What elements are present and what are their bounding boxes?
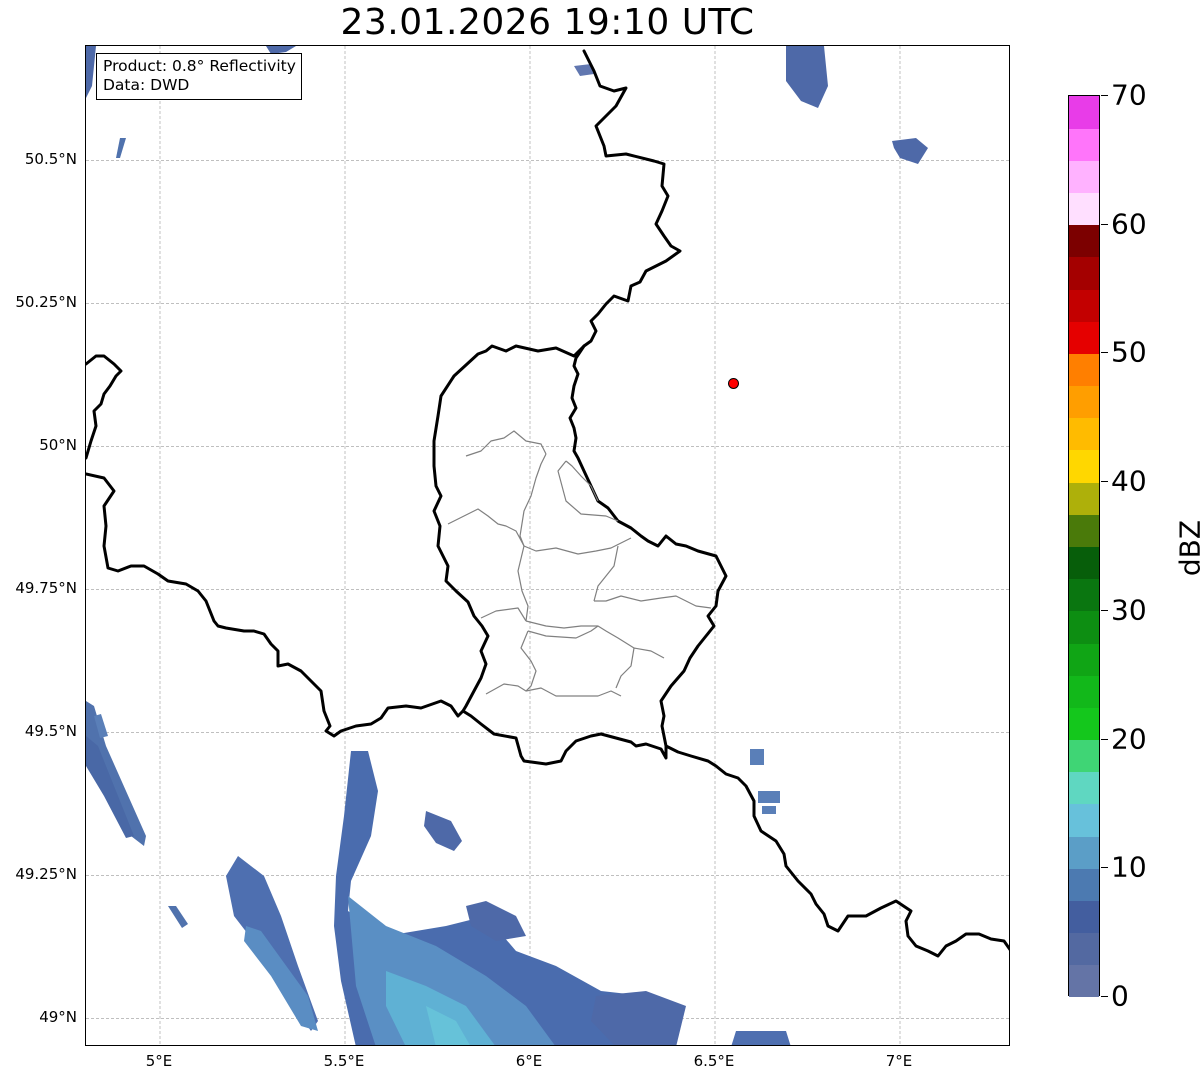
colorbar-tick-label: 50	[1111, 335, 1147, 369]
lat-tick-label: 49.75°N	[15, 579, 77, 598]
colorbar-tick-label: 70	[1111, 78, 1147, 112]
echo-top-left	[86, 46, 96, 98]
map-panel[interactable]	[85, 45, 1010, 1046]
colorbar-tick-label: 30	[1111, 593, 1147, 627]
colorbar-segment	[1069, 256, 1099, 290]
border-france-belgium	[86, 472, 465, 738]
colorbar-segment	[1069, 803, 1099, 837]
colorbar-segment	[1069, 482, 1099, 515]
data-source-label: Data: DWD	[103, 76, 190, 94]
colorbar-tick-label: 0	[1111, 979, 1129, 1013]
border-lux-belgium	[432, 344, 586, 713]
colorbar-segment	[1069, 836, 1099, 869]
border-belgium-germany	[568, 49, 728, 593]
colorbar-segment	[1069, 224, 1099, 258]
colorbar-segment	[1069, 675, 1099, 708]
echo-streak-1	[116, 138, 126, 158]
colorbar-segment	[1069, 771, 1099, 805]
lon-tick-label: 7°E	[885, 1052, 913, 1070]
echo-cluster-west	[86, 701, 146, 846]
lat-tick-label: 50°N	[39, 436, 77, 455]
echo-central-cluster	[424, 811, 462, 851]
echo-top-right	[786, 46, 928, 164]
lat-tick-label: 50.5°N	[24, 150, 77, 169]
colorbar-segment	[1069, 128, 1099, 161]
colorbar-tick-label: 10	[1111, 850, 1147, 884]
border-belgium-netherlands	[86, 354, 123, 460]
colorbar-unit-label: dBZ	[1173, 519, 1202, 577]
map-title: 23.01.2026 19:10 UTC	[340, 2, 755, 43]
colorbar-segment	[1069, 321, 1099, 354]
colorbar-tick-label: 60	[1111, 207, 1147, 241]
radar-echoes	[86, 46, 928, 1045]
colorbar-segment	[1069, 900, 1099, 934]
colorbar-segment	[1069, 739, 1099, 773]
colorbar-segment	[1069, 417, 1099, 451]
colorbar-tick	[1101, 609, 1108, 611]
lat-tick-label: 49.5°N	[24, 722, 77, 741]
colorbar-tick	[1101, 996, 1108, 997]
lon-tick-label: 6°E	[515, 1052, 543, 1070]
graticule	[86, 46, 1009, 1045]
colorbar-segment	[1069, 353, 1099, 387]
colorbar-segment	[1069, 546, 1099, 580]
lon-tick-label: 5°E	[145, 1052, 173, 1070]
colorbar-segment	[1069, 707, 1099, 741]
colorbar-segment	[1069, 514, 1099, 547]
lon-tick-label: 6.5°E	[693, 1052, 735, 1070]
colorbar	[1068, 95, 1100, 998]
colorbar-segment	[1069, 643, 1099, 676]
map-canvas[interactable]	[86, 46, 1010, 1046]
colorbar-segment	[1069, 449, 1099, 483]
lat-tick-label: 49°N	[39, 1008, 77, 1027]
echo-southwest	[168, 856, 318, 1031]
colorbar-tick	[1101, 867, 1108, 869]
colorbar-segment	[1069, 964, 1099, 998]
colorbar-segment	[1069, 385, 1099, 419]
product-info-box: Product: 0.8° Reflectivity Data: DWD	[96, 53, 302, 100]
lat-tick-label: 49.25°N	[15, 865, 77, 884]
radar-site-marker[interactable]	[728, 377, 739, 389]
colorbar-segment	[1069, 96, 1099, 129]
product-label: Product: 0.8° Reflectivity	[103, 57, 296, 75]
colorbar-segment	[1069, 160, 1099, 194]
colorbar-segment	[1069, 868, 1099, 901]
colorbar-segment	[1069, 610, 1099, 644]
colorbar-tick-label: 40	[1111, 464, 1147, 498]
echo-south-main	[334, 751, 791, 1045]
border-france-lux-germany	[461, 709, 1009, 958]
lon-tick-label: 5.5°E	[323, 1052, 365, 1070]
colorbar-tick	[1101, 95, 1108, 96]
colorbar-segment	[1069, 192, 1099, 226]
colorbar-tick	[1101, 481, 1108, 483]
border-lux-germany-east	[659, 589, 720, 748]
radar-site-dot[interactable]	[728, 377, 739, 389]
colorbar-tick-label: 20	[1111, 722, 1147, 756]
colorbar-tick	[1101, 223, 1108, 225]
country-borders	[86, 49, 1009, 958]
colorbar-segment	[1069, 578, 1099, 612]
colorbar-tick	[1101, 352, 1108, 354]
colorbar-tick	[1101, 738, 1108, 740]
lat-tick-label: 50.25°N	[15, 293, 77, 312]
colorbar-segment	[1069, 289, 1099, 322]
luxembourg-cantons	[447, 430, 712, 697]
colorbar-segment	[1069, 932, 1099, 966]
